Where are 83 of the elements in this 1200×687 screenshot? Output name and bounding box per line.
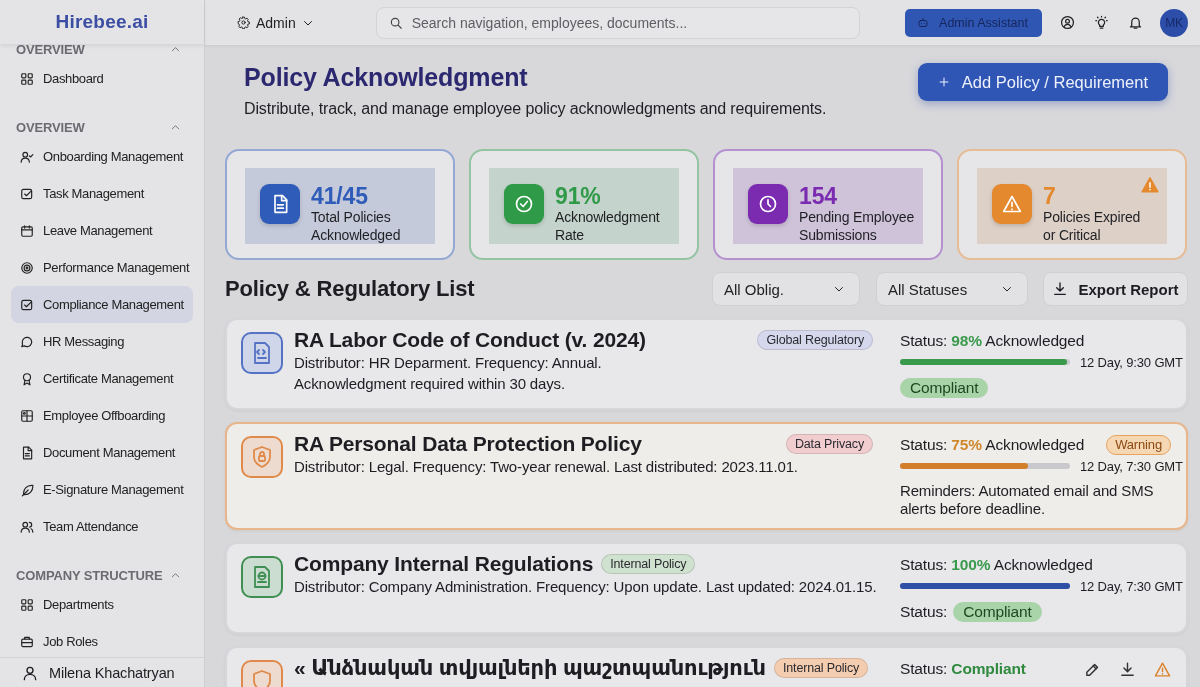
nav-item[interactable]: Compliance Management	[11, 286, 193, 323]
nav-item[interactable]: Onboarding Management	[11, 138, 193, 175]
target-icon	[20, 260, 34, 275]
category-tag: Data Privacy	[785, 434, 873, 454]
add-policy-button[interactable]: Add Policy / Requirement	[917, 63, 1168, 101]
stat-value: 91%	[555, 184, 602, 208]
role-dropdown[interactable]: Admin	[237, 14, 314, 31]
stat-value: 154	[799, 184, 838, 208]
policy-description: Distributor: Company Administration. Frequency: Upon update. Last updated: 2024.01.15.	[294, 577, 878, 597]
dashboard-grid-icon	[20, 71, 34, 86]
stat-label: Pending Employee Submissions	[799, 208, 915, 244]
checkbox-icon	[20, 186, 34, 201]
panel-grid-icon	[20, 408, 34, 423]
nav-item[interactable]: Dashboard	[11, 60, 193, 97]
stat-label: Acknowledgment Rate	[555, 208, 660, 244]
policy-title: « Անձնական տվյալների պաշտպանություն	[294, 656, 766, 680]
policy-description: Distributor: HR Deparment. Frequency: Annual. Acknowledgment required within 30 days.	[294, 353, 603, 394]
warning-badge: Warning	[1106, 435, 1171, 455]
section-header[interactable]: OVERVIEW	[11, 44, 193, 60]
section-header[interactable]: OVERVIEW	[11, 116, 193, 138]
status-text: Status: Compliant	[900, 660, 1026, 678]
calendar-icon	[20, 223, 34, 238]
download-icon[interactable]	[1119, 660, 1136, 678]
status-pill: Compliant	[900, 378, 989, 398]
nav-item[interactable]: Certificate Management	[11, 360, 193, 397]
search-field[interactable]: Search navigation, employees, documents...	[375, 6, 860, 39]
nav-item[interactable]: Employee Offboarding	[11, 397, 193, 434]
award-icon	[20, 371, 34, 386]
lightbulb-icon[interactable]	[1094, 15, 1109, 30]
page-subtitle: Distribute, track, and manage employee policy acknowledgments and requirements.	[244, 99, 827, 119]
leaf-icon	[20, 482, 34, 497]
due-time: 12 Day, 7:30 GMT	[1080, 458, 1183, 474]
page-title: Policy Acknowledgment	[244, 63, 529, 91]
policy-description: Distributor: Legal. Frequency: Two-year renewal. Last distributed: 2023.11.01.	[294, 457, 799, 477]
nav-item[interactable]: Team Attendance	[11, 508, 193, 545]
notification-bell-icon[interactable]	[1128, 15, 1143, 30]
user-check-icon	[20, 149, 34, 164]
download-icon	[1052, 281, 1069, 297]
policy-title: RA Labor Code of Conduct (v. 2024)	[294, 328, 646, 352]
search-icon	[388, 15, 403, 30]
briefcase-icon	[20, 634, 34, 649]
user-circle-icon[interactable]	[1060, 15, 1075, 30]
export-button[interactable]: Export Report	[1043, 272, 1188, 306]
grid-icon	[20, 597, 34, 612]
app-logo: Hirebee.ai	[55, 11, 149, 33]
nav-item[interactable]: E-Signature Management	[11, 471, 193, 508]
due-time: 12 Day, 9:30 GMT	[1080, 354, 1183, 370]
category-tag: Internal Policy	[601, 554, 696, 574]
user-icon	[22, 664, 38, 681]
plus-icon	[937, 76, 950, 88]
nav-item[interactable]: Leave Management	[11, 212, 193, 249]
nav-item[interactable]: Document Management	[11, 434, 193, 471]
status-text: Status: 98% Acknowledged	[900, 332, 1085, 350]
user-name[interactable]: Milena Khachatryan	[49, 664, 175, 681]
section-title: Policy & Regulatory List	[225, 276, 475, 302]
nav-item[interactable]: Task Management	[11, 175, 193, 212]
bot-icon	[917, 16, 930, 29]
category-tag: Internal Policy	[773, 658, 869, 678]
category-tag: Global Regulatory	[757, 330, 873, 350]
status-text: Status: 100% Acknowledged	[900, 556, 1093, 574]
section-header[interactable]: COMPANY STRUCTURE	[11, 564, 193, 586]
nav-item[interactable]: Departments	[11, 586, 193, 623]
checkbox-icon	[20, 297, 34, 312]
reminder-note: Reminders: Automated email and SMS alerts before deadline.	[900, 482, 1155, 518]
chat-bubble-icon	[20, 334, 34, 349]
nav-item[interactable]: Job Roles	[11, 623, 193, 657]
status-label: Status:	[900, 603, 948, 621]
policy-title: RA Personal Data Protection Policy	[294, 432, 642, 456]
filter-dropdown[interactable]: All Oblig.	[712, 272, 860, 306]
due-time: 12 Day, 7:30 GMT	[1080, 578, 1183, 594]
nav-item[interactable]: Performance Management	[11, 249, 193, 286]
filter-dropdown[interactable]: All Statuses	[876, 272, 1028, 306]
gear-icon	[237, 16, 250, 29]
nav-item[interactable]: HR Messaging	[11, 323, 193, 360]
stat-value: 41/45	[311, 184, 369, 208]
stat-label: Total Policies Acknowledged	[311, 208, 401, 244]
users-icon	[20, 519, 34, 534]
status-pill: Compliant	[953, 602, 1042, 622]
status-text: Status: 75% Acknowledged	[900, 436, 1085, 454]
document-icon	[20, 445, 34, 460]
stat-value: 7	[1043, 184, 1057, 208]
policy-title: Company Internal Regulations	[294, 552, 594, 576]
stat-label: Policies Expired or Critical	[1043, 208, 1141, 244]
